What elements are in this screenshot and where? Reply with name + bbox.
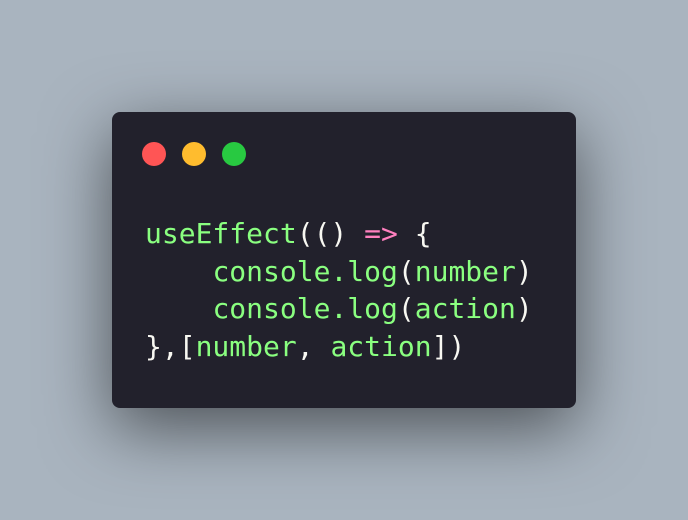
close-bracket-paren: ]) — [431, 329, 466, 363]
console-log-call: console.log — [212, 254, 398, 288]
code-line-4: },[number, action]) — [145, 328, 533, 366]
open-paren: ( — [397, 254, 415, 288]
window-controls — [142, 142, 246, 166]
dependency-number: number — [195, 329, 297, 363]
close-button[interactable] — [142, 142, 166, 166]
arrow-operator: => — [364, 217, 398, 250]
code-block: useEffect(() => { console.log(number) co… — [145, 215, 533, 365]
code-window: useEffect(() => { console.log(number) co… — [112, 112, 576, 408]
maximize-button[interactable] — [222, 142, 246, 166]
close-paren: ) — [515, 254, 533, 288]
code-line-2: console.log(number) — [145, 253, 533, 291]
code-line-3: console.log(action) — [145, 290, 533, 328]
number-arg: number — [414, 254, 516, 288]
open-paren: (() — [296, 217, 348, 250]
minimize-button[interactable] — [182, 142, 206, 166]
close-brace-open-bracket: },[ — [145, 329, 196, 363]
console-log-call: console.log — [212, 292, 398, 325]
action-arg: action — [414, 292, 516, 325]
code-line-1: useEffect(() => { — [145, 215, 533, 253]
open-paren: ( — [397, 292, 415, 325]
close-paren: ) — [515, 292, 533, 325]
dependency-action: action — [330, 329, 432, 363]
useeffect-call: useEffect — [145, 217, 297, 250]
comma: , — [296, 329, 314, 363]
open-brace: { — [414, 217, 432, 250]
